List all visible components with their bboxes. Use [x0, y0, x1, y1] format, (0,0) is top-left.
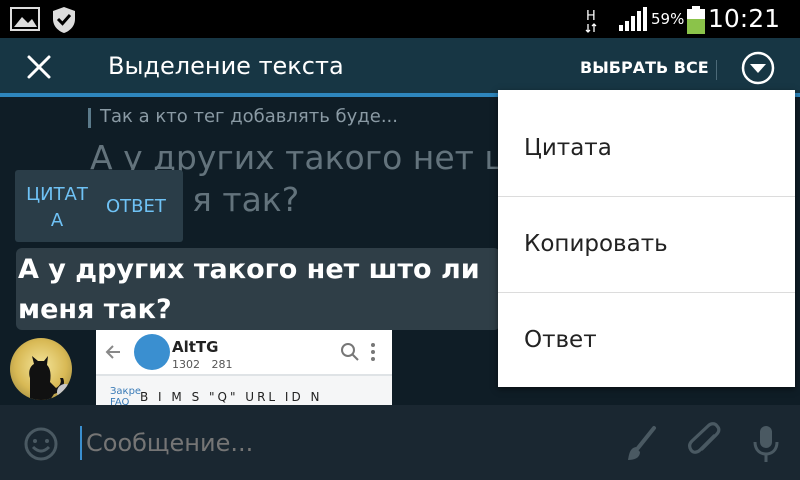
signal-icon — [619, 7, 647, 31]
svg-text:H: H — [586, 9, 596, 24]
status-time: 10:21 — [707, 4, 780, 33]
menu-item-copy[interactable]: Копировать — [498, 196, 795, 293]
message-text-line2: я так? — [192, 180, 300, 219]
quote-button[interactable]: ЦИТАТ А — [22, 182, 92, 234]
message-input[interactable] — [84, 428, 588, 458]
attach-icon[interactable] — [686, 422, 724, 464]
action-bar-divider — [716, 60, 717, 80]
emoji-icon[interactable] — [22, 425, 60, 463]
members-count: 1302 — [172, 358, 200, 371]
search-icon — [341, 343, 359, 361]
image-format-toolbar: B I M S "Q" URL ID N — [140, 390, 323, 404]
quote-button-label-line1: ЦИТАТ — [26, 184, 88, 205]
menu-item-label: Ответ — [524, 327, 597, 353]
quote-button-label-line2: А — [50, 210, 64, 231]
close-icon[interactable] — [20, 48, 58, 86]
selected-message-line1[interactable]: А у других такого нет што ли — [18, 254, 480, 285]
menu-item-label: Копировать — [524, 231, 668, 257]
image-channel-title: AltTG — [172, 338, 219, 356]
overflow-dropdown-icon[interactable] — [740, 50, 776, 86]
shield-check-icon — [53, 7, 75, 33]
page-title: Выделение текста — [108, 52, 344, 80]
menu-item-label: Цитата — [524, 135, 612, 161]
views-count: 281 — [211, 358, 233, 371]
reply-preview-text: Так а кто тег добавлять буде... — [100, 106, 398, 127]
menu-item-reply[interactable]: Ответ — [498, 292, 795, 388]
image-channel-stats: 1302 281 — [172, 358, 233, 371]
menu-item-quote[interactable]: Цитата — [498, 100, 795, 197]
mic-icon[interactable] — [750, 424, 782, 464]
avatar[interactable] — [10, 338, 72, 400]
reply-button[interactable]: ОТВЕТ — [106, 196, 166, 217]
gallery-icon — [10, 7, 40, 31]
selected-message-line2[interactable]: меня так? — [18, 294, 172, 325]
more-vert-icon — [371, 343, 375, 361]
status-bar: H 59% 10:21 — [0, 0, 800, 38]
cat-avatar-icon — [29, 356, 72, 400]
overflow-menu: Цитата Копировать Ответ — [498, 90, 795, 387]
channel-avatar — [134, 334, 170, 370]
battery-percent: 59% — [651, 10, 685, 28]
back-arrow-icon — [105, 345, 120, 359]
brush-icon[interactable] — [624, 424, 660, 464]
select-all-button[interactable]: ВЫБРАТЬ ВСЕ — [580, 58, 709, 77]
network-h-icon: H — [585, 9, 597, 33]
battery-icon — [687, 6, 705, 34]
reply-indicator-bar — [88, 108, 91, 128]
text-cursor — [80, 426, 82, 460]
